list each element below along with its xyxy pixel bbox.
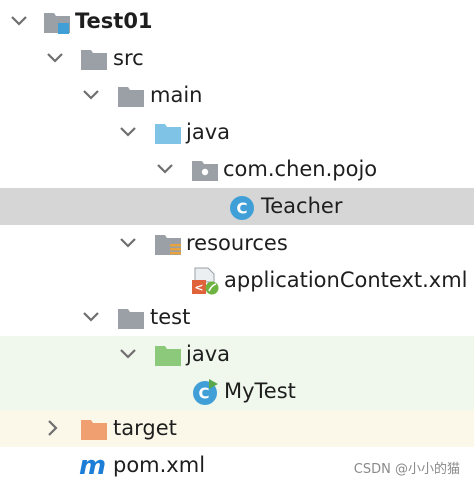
tree-row-resources[interactable]: resources xyxy=(0,225,474,262)
tree-row-src[interactable]: src xyxy=(0,40,474,77)
tree-row-test[interactable]: test xyxy=(0,299,474,336)
chevron-down-icon[interactable] xyxy=(80,306,102,328)
app-context-label: applicationContext.xml xyxy=(224,268,468,292)
watermark: CSDN @小小的猫 xyxy=(353,462,460,477)
tree-row-project[interactable]: Test01 xyxy=(0,3,474,40)
target-label: target xyxy=(113,416,177,440)
src-label: src xyxy=(113,46,144,70)
svg-text:C: C xyxy=(198,385,209,403)
maven-icon: m xyxy=(79,451,107,481)
excluded-folder-icon xyxy=(81,420,107,440)
test-java-label: java xyxy=(186,342,230,366)
svg-text:<: < xyxy=(194,281,203,294)
tree-row-main-java[interactable]: java xyxy=(0,114,474,151)
test-root-folder-icon xyxy=(155,346,181,366)
chevron-down-icon[interactable] xyxy=(44,47,66,69)
pom-label: pom.xml xyxy=(113,453,206,477)
chevron-down-icon[interactable] xyxy=(117,343,139,365)
package-icon xyxy=(192,161,218,181)
resources-label: resources xyxy=(186,231,288,255)
main-java-label: java xyxy=(186,120,230,144)
folder-icon xyxy=(118,309,144,329)
test-class-icon: C xyxy=(193,379,218,405)
tree-row-app-context[interactable]: < applicationContext.xml xyxy=(0,262,474,299)
resources-folder-icon xyxy=(155,235,181,255)
folder-icon xyxy=(118,87,144,107)
package-label: com.chen.pojo xyxy=(223,157,378,181)
spring-xml-file-icon: < xyxy=(192,267,219,295)
java-class-icon: C xyxy=(230,196,254,220)
tree-row-teacher[interactable]: C Teacher xyxy=(0,188,474,225)
project-label: Test01 xyxy=(75,9,153,33)
tree-row-target[interactable]: target xyxy=(0,410,474,447)
svg-text:C: C xyxy=(236,200,247,218)
chevron-down-icon[interactable] xyxy=(117,232,139,254)
tree-row-test-java[interactable]: java xyxy=(0,336,474,373)
tree-row-mytest[interactable]: C MyTest xyxy=(0,373,474,410)
main-label: main xyxy=(150,83,203,107)
chevron-down-icon[interactable] xyxy=(117,121,139,143)
chevron-down-icon[interactable] xyxy=(154,158,176,180)
chevron-down-icon[interactable] xyxy=(8,10,30,32)
chevron-down-icon[interactable] xyxy=(80,84,102,106)
tree-row-package[interactable]: com.chen.pojo xyxy=(0,151,474,188)
test-label: test xyxy=(150,305,191,329)
module-folder-icon xyxy=(44,13,70,34)
folder-icon xyxy=(81,50,107,70)
mytest-label: MyTest xyxy=(224,379,296,403)
source-root-folder-icon xyxy=(155,124,181,144)
teacher-label: Teacher xyxy=(261,194,343,218)
chevron-right-icon[interactable] xyxy=(42,417,64,439)
tree-row-main[interactable]: main xyxy=(0,77,474,114)
